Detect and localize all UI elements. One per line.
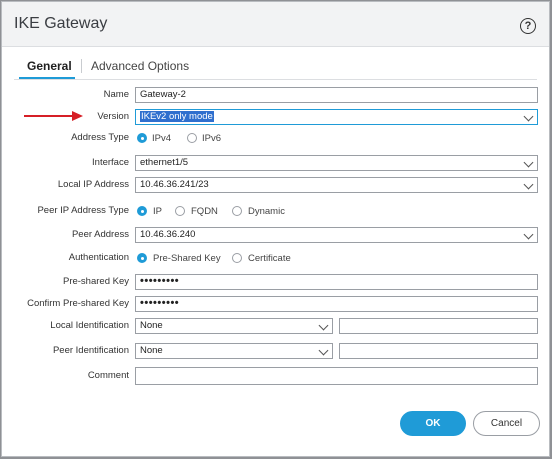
radio-ip[interactable] xyxy=(137,206,147,216)
local-ip-value: 10.46.36.241/23 xyxy=(140,179,209,190)
local-identification-input[interactable] xyxy=(339,318,538,334)
comment-input[interactable] xyxy=(135,367,538,385)
name-input[interactable]: Gateway-2 xyxy=(135,87,538,103)
name-label: Name xyxy=(103,89,129,100)
peer-identification-input[interactable] xyxy=(339,343,538,359)
dialog-title: IKE Gateway xyxy=(14,15,108,32)
peer-ip-type-label: Peer IP Address Type xyxy=(37,205,129,216)
confirm-preshared-key-input[interactable]: ••••••••• xyxy=(135,296,538,312)
local-identification-value: None xyxy=(140,320,163,331)
interface-label: Interface xyxy=(92,157,129,168)
comment-label: Comment xyxy=(87,370,129,381)
cancel-button[interactable]: Cancel xyxy=(473,411,540,436)
radio-ipv4[interactable] xyxy=(137,133,147,143)
address-type-label: Address Type xyxy=(71,132,129,143)
peer-address-label: Peer Address xyxy=(71,229,129,240)
chevron-down-icon xyxy=(523,229,534,240)
radio-ipv6[interactable] xyxy=(187,133,197,143)
dialog-titlebar: IKE Gateway ? xyxy=(2,2,549,47)
confirm-preshared-key-label: Confirm Pre-shared Key xyxy=(27,298,129,309)
version-label: Version xyxy=(97,111,129,122)
radio-dynamic-label: Dynamic xyxy=(248,206,285,217)
chevron-down-icon xyxy=(318,345,329,356)
interface-value: ethernet1/5 xyxy=(140,157,189,168)
radio-ipv6-label: IPv6 xyxy=(202,133,222,144)
local-ip-label: Local IP Address xyxy=(57,179,129,190)
radio-dynamic[interactable] xyxy=(232,206,242,216)
radio-certificate[interactable] xyxy=(232,253,242,263)
interface-select[interactable]: ethernet1/5 xyxy=(135,155,538,171)
radio-fqdn[interactable] xyxy=(175,206,185,216)
radio-pre-shared-key-label: Pre-Shared Key xyxy=(153,253,221,264)
peer-identification-label: Peer Identification xyxy=(52,345,129,356)
radio-ip-label: IP xyxy=(153,206,162,217)
tab-advanced-options[interactable]: Advanced Options xyxy=(91,59,189,73)
radio-pre-shared-key[interactable] xyxy=(137,253,147,263)
version-select[interactable]: IKEv2 only mode xyxy=(135,109,538,125)
ok-button[interactable]: OK xyxy=(400,411,466,436)
authentication-label: Authentication xyxy=(68,252,129,263)
tab-separator xyxy=(81,59,82,73)
red-arrow-icon xyxy=(24,115,74,117)
radio-certificate-label: Certificate xyxy=(248,253,291,264)
chevron-down-icon xyxy=(523,179,534,190)
local-identification-select[interactable]: None xyxy=(135,318,333,334)
local-ip-select[interactable]: 10.46.36.241/23 xyxy=(135,177,538,193)
chevron-down-icon xyxy=(318,320,329,331)
tab-general[interactable]: General xyxy=(27,59,72,73)
peer-address-value: 10.46.36.240 xyxy=(140,229,196,240)
red-arrow-head-icon xyxy=(72,111,83,121)
local-identification-label: Local Identification xyxy=(50,320,129,331)
radio-fqdn-label: FQDN xyxy=(191,206,218,217)
ike-gateway-dialog: IKE Gateway ? General Advanced Options N… xyxy=(1,1,550,457)
preshared-key-label: Pre-shared Key xyxy=(62,276,129,287)
radio-ipv4-label: IPv4 xyxy=(152,133,172,144)
peer-identification-select[interactable]: None xyxy=(135,343,333,359)
preshared-key-input[interactable]: ••••••••• xyxy=(135,274,538,290)
chevron-down-icon xyxy=(523,111,534,122)
tabs-divider xyxy=(14,79,537,80)
help-icon[interactable]: ? xyxy=(520,18,536,34)
peer-address-select[interactable]: 10.46.36.240 xyxy=(135,227,538,243)
chevron-down-icon xyxy=(523,157,534,168)
version-value: IKEv2 only mode xyxy=(140,111,214,122)
peer-identification-value: None xyxy=(140,345,163,356)
